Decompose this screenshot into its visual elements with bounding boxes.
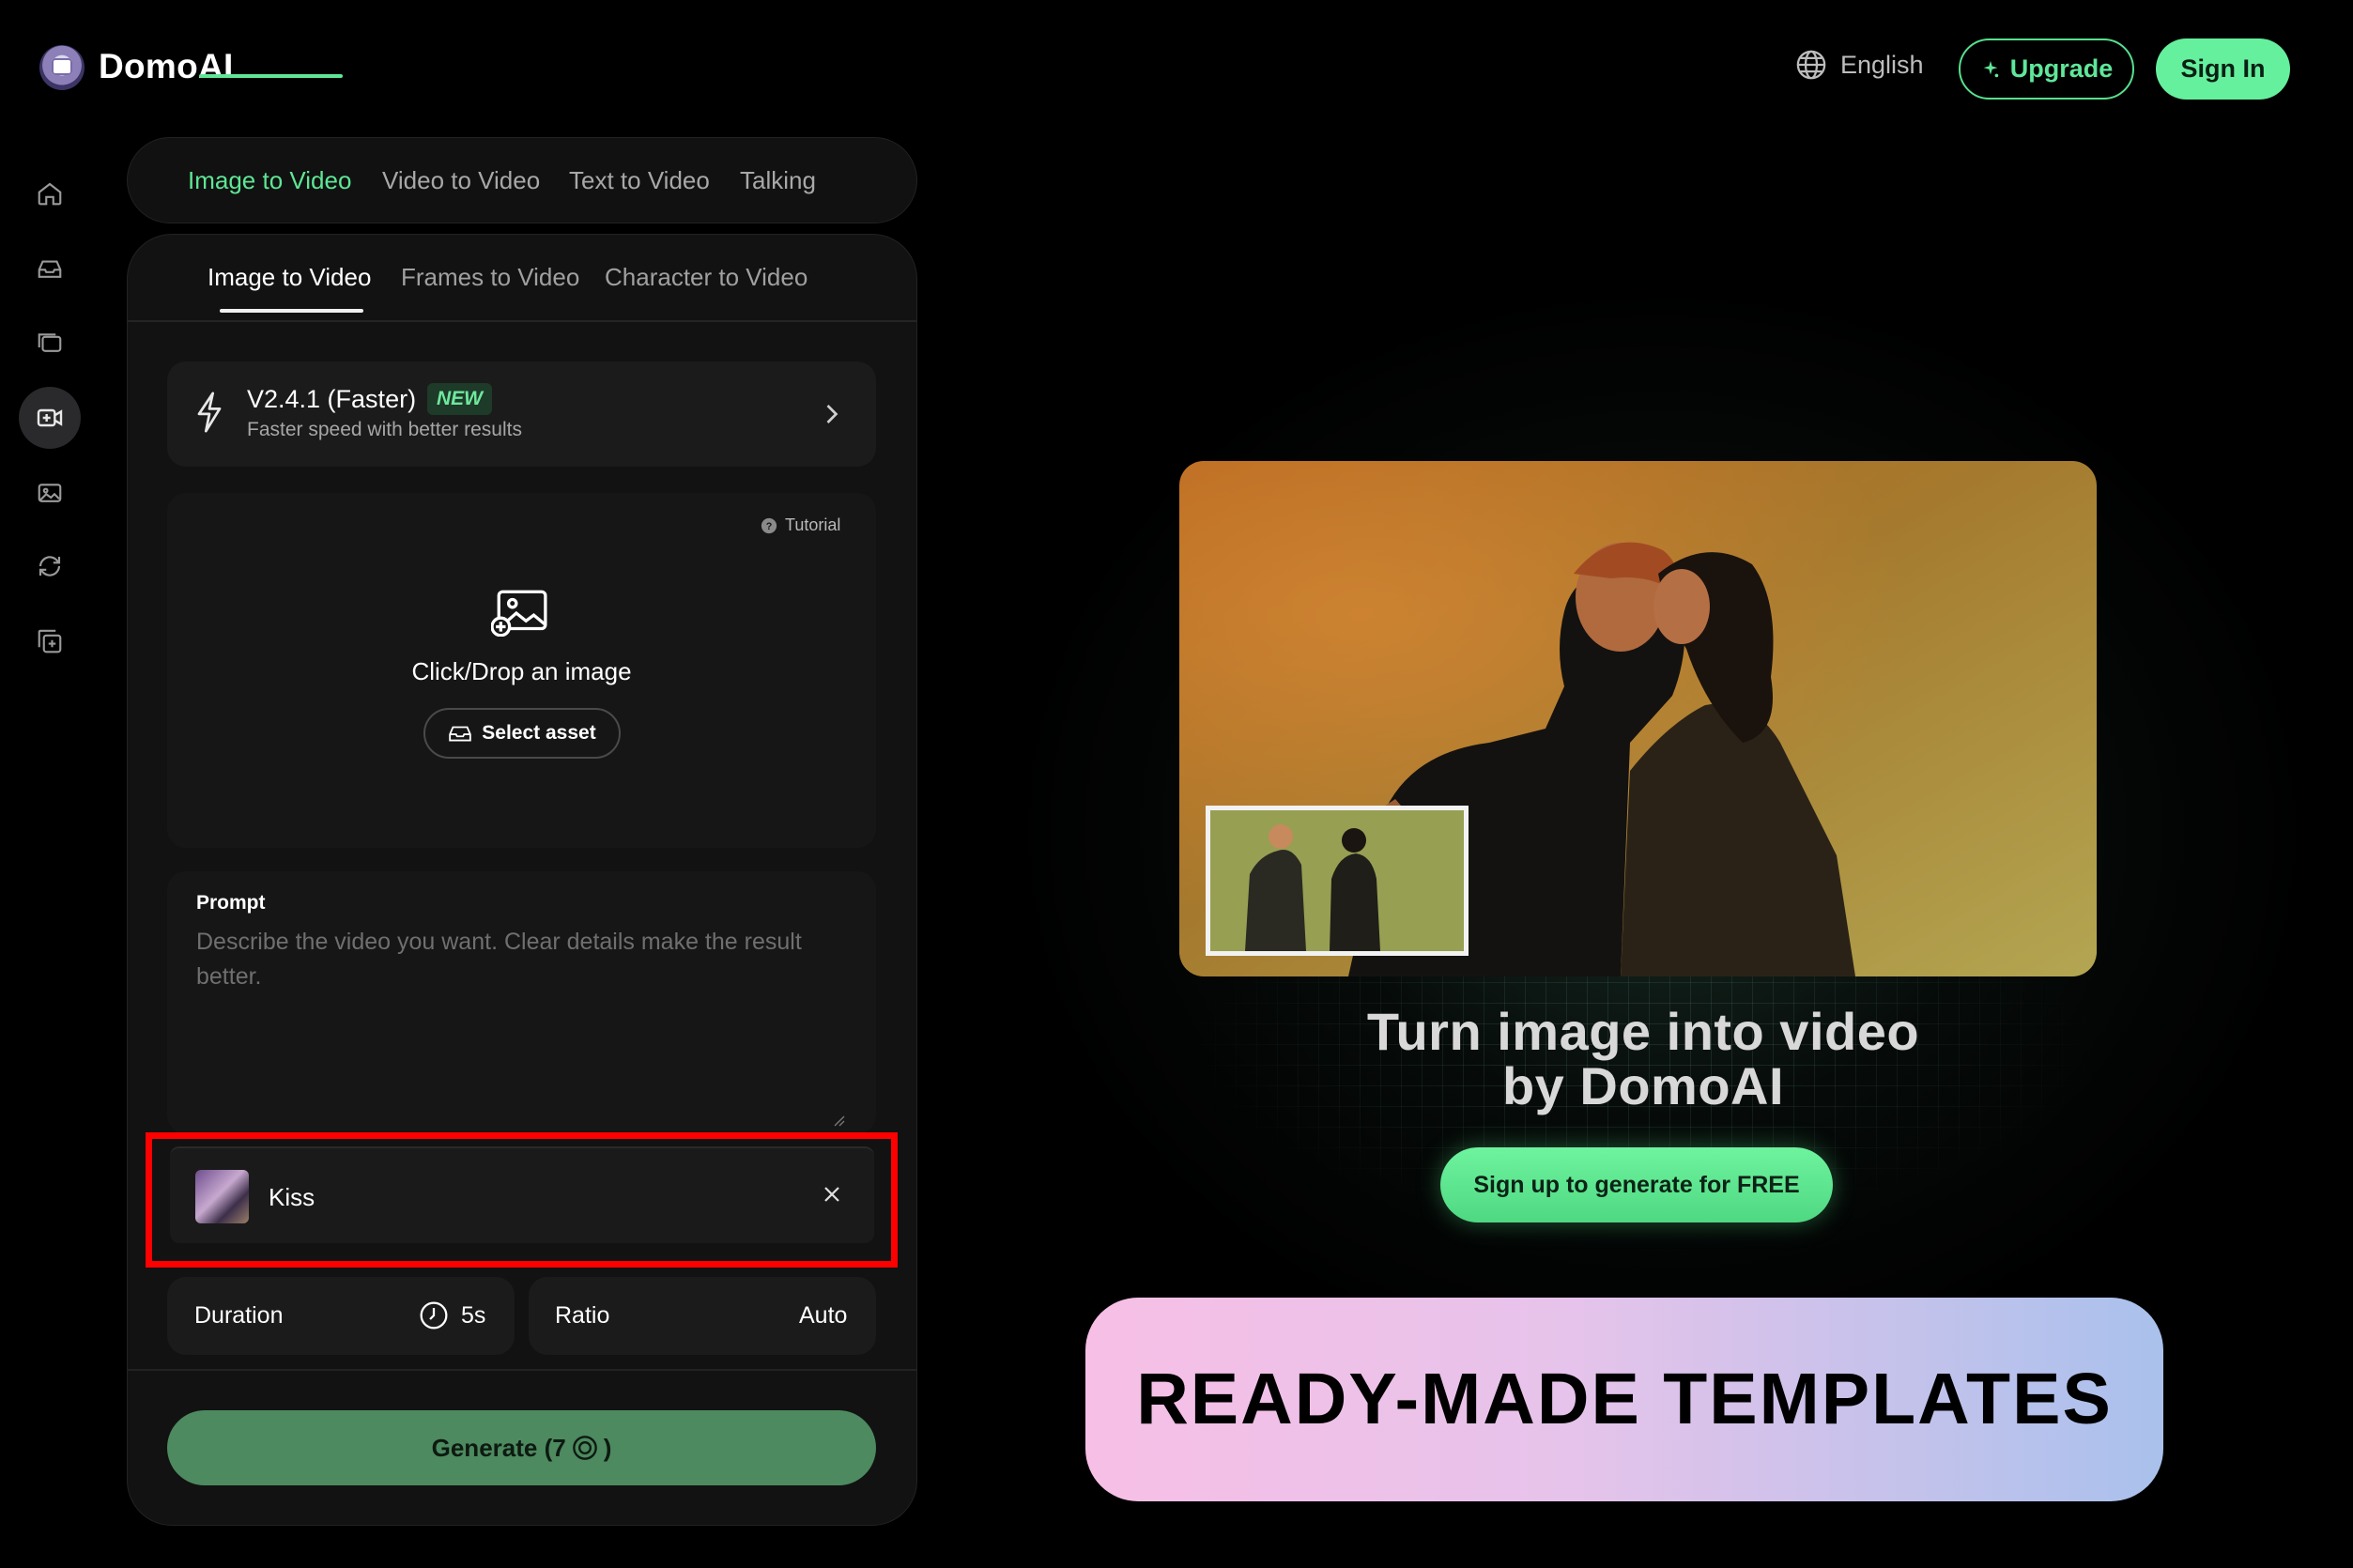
subtab-character-to-video[interactable]: Character to Video xyxy=(605,263,807,292)
image-icon xyxy=(38,484,62,502)
ratio-label: Ratio xyxy=(555,1302,610,1329)
tab-video-to-video[interactable]: Video to Video xyxy=(382,166,540,195)
select-asset-label: Select asset xyxy=(482,722,596,744)
template-icon xyxy=(38,629,62,653)
svg-text:?: ? xyxy=(766,521,773,532)
generate-button[interactable]: Generate (7 ) xyxy=(167,1410,876,1485)
clock-icon xyxy=(420,1301,448,1330)
upgrade-button[interactable]: Upgrade xyxy=(1959,38,2134,100)
tab-image-to-video[interactable]: Image to Video xyxy=(188,166,351,195)
nav-home[interactable] xyxy=(26,170,73,217)
banner-text: READY-MADE TEMPLATES xyxy=(1136,1359,2113,1439)
nav-assets[interactable] xyxy=(26,245,73,292)
divider xyxy=(128,320,916,322)
select-asset-button[interactable]: Select asset xyxy=(423,708,621,759)
ratio-value: Auto xyxy=(799,1302,848,1329)
model-description: Faster speed with better results xyxy=(247,419,522,440)
active-tab-indicator xyxy=(199,74,343,78)
model-name: V2.4.1 (Faster) xyxy=(247,385,417,413)
language-selector[interactable]: English xyxy=(1795,49,1924,81)
divider xyxy=(128,1369,916,1371)
lightning-icon xyxy=(197,392,222,433)
templates-banner: READY-MADE TEMPLATES xyxy=(1085,1298,2163,1501)
hero-title: Turn image into video by DomoAI xyxy=(1174,1005,2113,1114)
sparkle-icon xyxy=(1983,60,1998,77)
nav-gallery[interactable] xyxy=(26,319,73,366)
tab-text-to-video[interactable]: Text to Video xyxy=(569,166,710,195)
resize-handle-icon[interactable] xyxy=(832,1114,845,1127)
tutorial-label: Tutorial xyxy=(785,515,841,534)
hero-preview-image xyxy=(1179,461,2097,976)
globe-icon xyxy=(1796,50,1826,80)
logo-icon[interactable] xyxy=(39,45,85,90)
convert-icon xyxy=(38,556,61,576)
add-image-icon xyxy=(491,590,547,637)
subtab-image-to-video[interactable]: Image to Video xyxy=(208,263,371,292)
home-icon xyxy=(38,182,62,206)
prompt-label: Prompt xyxy=(196,892,266,914)
language-label: English xyxy=(1840,50,1924,79)
generate-label-end: ) xyxy=(603,1433,612,1462)
duration-value: 5s xyxy=(461,1302,486,1329)
signup-cta-button[interactable]: Sign up to generate for FREE xyxy=(1440,1147,1833,1222)
brand-name[interactable]: DomoAI xyxy=(99,47,234,86)
nav-convert[interactable] xyxy=(26,543,73,590)
active-subtab-indicator xyxy=(220,309,363,313)
upgrade-label: Upgrade xyxy=(2009,54,2114,83)
new-badge: NEW xyxy=(427,383,492,415)
highlight-annotation xyxy=(146,1132,898,1268)
tab-talking[interactable]: Talking xyxy=(740,166,816,195)
gallery-icon xyxy=(38,333,62,352)
upload-prompt-text: Click/Drop an image xyxy=(411,657,632,685)
model-selector[interactable] xyxy=(167,361,876,467)
nav-templates[interactable] xyxy=(26,618,73,665)
assets-icon xyxy=(38,260,62,278)
video-create-icon xyxy=(37,408,63,427)
subtab-frames-to-video[interactable]: Frames to Video xyxy=(401,263,579,292)
prompt-input[interactable] xyxy=(196,925,849,1122)
sign-in-button[interactable]: Sign In xyxy=(2156,38,2290,100)
nav-video-create[interactable] xyxy=(19,387,81,449)
main-tab-bar: Image to Video Video to Video Text to Vi… xyxy=(127,137,917,223)
generate-label: Generate (7 xyxy=(431,1433,566,1462)
chevron-right-icon xyxy=(826,405,838,423)
tutorial-link[interactable]: ? Tutorial xyxy=(761,515,840,535)
hero-title-line2: by DomoAI xyxy=(1501,1056,1785,1115)
credit-coin-icon xyxy=(572,1436,597,1460)
help-icon: ? xyxy=(761,517,777,533)
nav-image[interactable] xyxy=(26,469,73,516)
hero-title-line1: Turn image into video xyxy=(1366,1002,1920,1061)
asset-box-icon xyxy=(449,726,472,742)
duration-label: Duration xyxy=(194,1302,284,1329)
